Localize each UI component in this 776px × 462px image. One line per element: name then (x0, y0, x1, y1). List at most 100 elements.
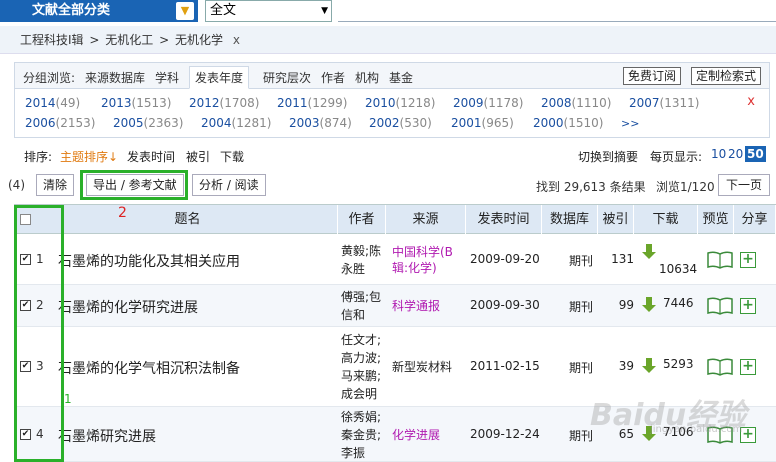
year-label: 2008 (541, 96, 572, 110)
more-years-link[interactable]: >> (621, 117, 639, 130)
year-count: (1281) (231, 116, 272, 130)
author-link[interactable]: 徐秀娟; (341, 408, 387, 426)
year-filter-2010[interactable]: 2010(1218) (365, 96, 435, 110)
year-label: 2005 (113, 116, 144, 130)
year-label: 2013 (101, 96, 132, 110)
author-link[interactable]: 信和 (341, 306, 387, 324)
pub-date: 2009-09-20 (470, 252, 540, 266)
free-subscribe-button[interactable]: 免费订阅 (623, 67, 682, 85)
col-share: 分享 (734, 205, 776, 235)
year-filter-2005[interactable]: 2005(2363) (113, 116, 183, 130)
cited-count-link[interactable]: 131 (604, 252, 634, 266)
sort-cited[interactable]: 被引 (186, 148, 210, 165)
year-filter-2013[interactable]: 2013(1513) (101, 96, 171, 110)
col-date[interactable]: 发表时间 (466, 205, 542, 235)
col-title[interactable]: 题名 (38, 205, 338, 235)
close-icon[interactable]: x (233, 33, 240, 47)
year-filter-2001[interactable]: 2001(965) (451, 116, 514, 130)
source-link[interactable]: 新型炭材料 (392, 359, 466, 375)
sort-downloads[interactable]: 下载 (220, 148, 244, 165)
tab-pub-year[interactable]: 发表年度 (189, 66, 250, 89)
per-page-20[interactable]: 20 (728, 147, 743, 161)
year-filter-2011[interactable]: 2011(1299) (277, 96, 347, 110)
share-plus-icon[interactable]: + (740, 252, 756, 268)
author-link[interactable]: 傅强;包 (341, 288, 387, 306)
search-input[interactable] (338, 0, 776, 22)
year-filter-2002[interactable]: 2002(530) (369, 116, 432, 130)
per-page-50[interactable]: 50 (745, 146, 766, 162)
share-plus-icon[interactable]: + (740, 298, 756, 314)
source-link[interactable]: 中国科学(B 辑:化学) (392, 244, 466, 276)
year-count: (1513) (131, 96, 172, 110)
year-filter-2008[interactable]: 2008(1110) (541, 96, 611, 110)
source-link[interactable]: 科学通报 (392, 298, 466, 314)
year-filter-2007[interactable]: 2007(1311) (629, 96, 699, 110)
year-filter-2004[interactable]: 2004(1281) (201, 116, 271, 130)
author-link[interactable]: 成会明 (341, 385, 387, 403)
book-preview-icon[interactable] (707, 297, 733, 315)
author-link[interactable]: 任文才; (341, 331, 387, 349)
switch-abstract-link[interactable]: 切换到摘要 (578, 148, 638, 165)
author-link[interactable]: 黄毅;陈 (341, 242, 387, 260)
year-filter-2003[interactable]: 2003(874) (289, 116, 352, 130)
year-filter-2006[interactable]: 2006(2153) (25, 116, 95, 130)
article-title-link[interactable]: 石墨烯研究进展 (58, 426, 156, 446)
download-icon[interactable] (642, 297, 656, 313)
share-plus-icon[interactable]: + (740, 359, 756, 375)
sort-pub-time[interactable]: 发表时间 (127, 148, 175, 165)
tab-research-level[interactable]: 研究层次 (263, 69, 311, 86)
article-title-link[interactable]: 石墨烯的化学研究进展 (58, 297, 198, 317)
sort-topic[interactable]: 主题排序↓ (60, 148, 118, 165)
tab-fund[interactable]: 基金 (389, 69, 413, 86)
book-preview-icon[interactable] (707, 251, 733, 269)
annotation-number-1: 1 (64, 392, 72, 406)
analyze-read-button[interactable]: 分析 / 阅读 (192, 174, 266, 196)
close-icon[interactable]: x (747, 94, 755, 109)
author-link[interactable]: 李振 (341, 444, 387, 462)
book-preview-icon[interactable] (707, 358, 733, 376)
crumb-inorganic-chem[interactable]: 无机化学 (175, 33, 223, 47)
browse-page: 浏览1/120 (656, 180, 715, 194)
col-preview: 预览 (698, 205, 734, 235)
per-page-10[interactable]: 10 (711, 147, 726, 161)
crumb-engineering[interactable]: 工程科技Ⅰ辑 (20, 33, 84, 47)
year-filter-2000[interactable]: 2000(1510) (533, 116, 603, 130)
tab-subject[interactable]: 学科 (155, 69, 179, 86)
article-title-link[interactable]: 石墨烯的功能化及其相关应用 (58, 251, 240, 271)
year-count: (874) (319, 116, 352, 130)
tab-institution[interactable]: 机构 (355, 69, 379, 86)
field-select[interactable]: 全文 ▼ (205, 0, 332, 22)
highlight-checkbox-column (14, 205, 64, 462)
download-icon[interactable] (642, 244, 656, 260)
year-count: (530) (399, 116, 432, 130)
source-line: 辑:化学) (392, 261, 437, 275)
year-filter-2012[interactable]: 2012(1708) (189, 96, 259, 110)
author-link[interactable]: 秦金贵; (341, 426, 387, 444)
next-page-button[interactable]: 下一页 (718, 174, 771, 196)
author-link[interactable]: 高力波; (341, 349, 387, 367)
scope-select[interactable]: 文献全部分类 ▼ (0, 0, 198, 22)
article-title-link[interactable]: 石墨烯的化学气相沉积法制备 (58, 358, 240, 378)
col-cited[interactable]: 被引 (598, 205, 634, 235)
year-label: 2002 (369, 116, 400, 130)
tab-source-db[interactable]: 来源数据库 (85, 69, 145, 86)
year-label: 2011 (277, 96, 308, 110)
tab-author[interactable]: 作者 (321, 69, 345, 86)
author-link[interactable]: 永胜 (341, 260, 387, 278)
year-filter-2014[interactable]: 2014(49) (25, 96, 80, 110)
download-icon[interactable] (642, 358, 656, 374)
crumb-inorganic-chem-eng[interactable]: 无机化工 (105, 33, 153, 47)
chevron-down-icon[interactable]: ▼ (176, 2, 194, 20)
custom-query-button[interactable]: 定制检索式 (691, 67, 762, 85)
year-filter-2009[interactable]: 2009(1178) (453, 96, 523, 110)
source-link[interactable]: 化学进展 (392, 427, 466, 443)
pub-date: 2011-02-15 (470, 359, 540, 373)
table-row: ✔ 2 石墨烯的化学研究进展 傅强;包 信和 科学通报 2009-09-30 期刊 99 7446… (14, 285, 776, 327)
clear-button[interactable]: 清除 (36, 174, 75, 196)
col-database: 数据库 (542, 205, 598, 235)
cited-count-link[interactable]: 99 (604, 298, 634, 312)
year-count: (2363) (143, 116, 184, 130)
col-download[interactable]: 下载 (634, 205, 698, 235)
author-link[interactable]: 马来鹏; (341, 367, 387, 385)
cited-count-link[interactable]: 39 (604, 359, 634, 373)
